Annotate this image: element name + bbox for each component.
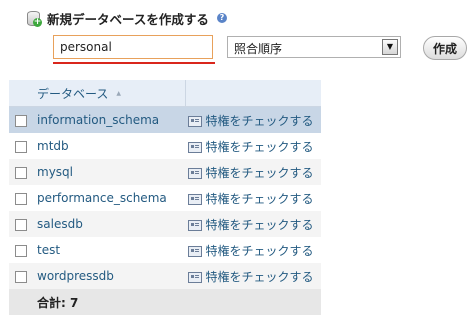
- spellcheck-underline: [53, 62, 215, 64]
- table-row: wordpressdb 特権をチェックする: [9, 263, 321, 289]
- privileges-icon[interactable]: [187, 115, 202, 127]
- database-name-link[interactable]: performance_schema: [32, 185, 186, 211]
- database-name-link[interactable]: mtdb: [32, 133, 186, 159]
- collation-select[interactable]: 照合順序 ▼: [227, 36, 401, 58]
- privileges-icon[interactable]: [187, 271, 202, 283]
- check-privileges-link[interactable]: 特権をチェックする: [206, 140, 314, 154]
- privileges-icon[interactable]: [187, 193, 202, 205]
- privileges-column-header: [185, 80, 321, 107]
- table-row: test 特権をチェックする: [9, 237, 321, 263]
- table-footer-row: 合計: 7: [9, 289, 321, 315]
- check-privileges-link[interactable]: 特権をチェックする: [206, 166, 314, 180]
- privileges-icon[interactable]: [187, 245, 202, 257]
- database-add-icon: +: [26, 10, 42, 27]
- database-column-label[interactable]: データベース: [37, 87, 108, 101]
- create-button[interactable]: 作成: [423, 36, 467, 60]
- row-checkbox[interactable]: [14, 192, 27, 205]
- table-row: mtdb 特権をチェックする: [9, 133, 321, 159]
- header-checkbox-column: [9, 80, 32, 107]
- row-checkbox[interactable]: [14, 140, 27, 153]
- database-column-header[interactable]: データベース ▲: [32, 80, 186, 107]
- collation-selected-value: 照合順序: [234, 42, 283, 56]
- sort-icon[interactable]: ▲: [116, 90, 124, 98]
- database-name-link[interactable]: information_schema: [32, 106, 186, 133]
- table-header-row: データベース ▲: [9, 80, 321, 107]
- row-checkbox[interactable]: [14, 270, 27, 283]
- create-database-title: 新規データベースを作成する: [47, 11, 209, 27]
- database-name-input[interactable]: [53, 35, 213, 59]
- check-privileges-link[interactable]: 特権をチェックする: [206, 192, 314, 206]
- privileges-icon[interactable]: [187, 167, 202, 179]
- table-row: information_schema 特権をチェックする: [9, 106, 321, 133]
- help-icon[interactable]: ?: [216, 13, 227, 23]
- check-privileges-link[interactable]: 特権をチェックする: [206, 114, 314, 128]
- row-checkbox[interactable]: [14, 218, 27, 231]
- privileges-icon[interactable]: [187, 219, 202, 231]
- database-name-link[interactable]: mysql: [32, 159, 186, 185]
- privileges-icon[interactable]: [187, 141, 202, 153]
- create-database-header: + 新規データベースを作成する ?: [26, 8, 227, 28]
- chevron-down-icon[interactable]: ▼: [382, 39, 398, 55]
- row-checkbox[interactable]: [14, 114, 27, 127]
- table-row: performance_schema 特権をチェックする: [9, 185, 321, 211]
- row-checkbox[interactable]: [14, 166, 27, 179]
- check-privileges-link[interactable]: 特権をチェックする: [206, 270, 314, 284]
- check-privileges-link[interactable]: 特権をチェックする: [206, 244, 314, 258]
- total-count: 合計: 7: [32, 289, 186, 315]
- table-row: salesdb 特権をチェックする: [9, 211, 321, 237]
- table-row: mysql 特権をチェックする: [9, 159, 321, 185]
- database-name-link[interactable]: test: [32, 237, 186, 263]
- row-checkbox[interactable]: [14, 244, 27, 257]
- database-name-link[interactable]: wordpressdb: [32, 263, 186, 289]
- database-name-link[interactable]: salesdb: [32, 211, 186, 237]
- databases-table: データベース ▲ information_schema 特権をチェックする mtd…: [9, 80, 321, 315]
- check-privileges-link[interactable]: 特権をチェックする: [206, 218, 314, 232]
